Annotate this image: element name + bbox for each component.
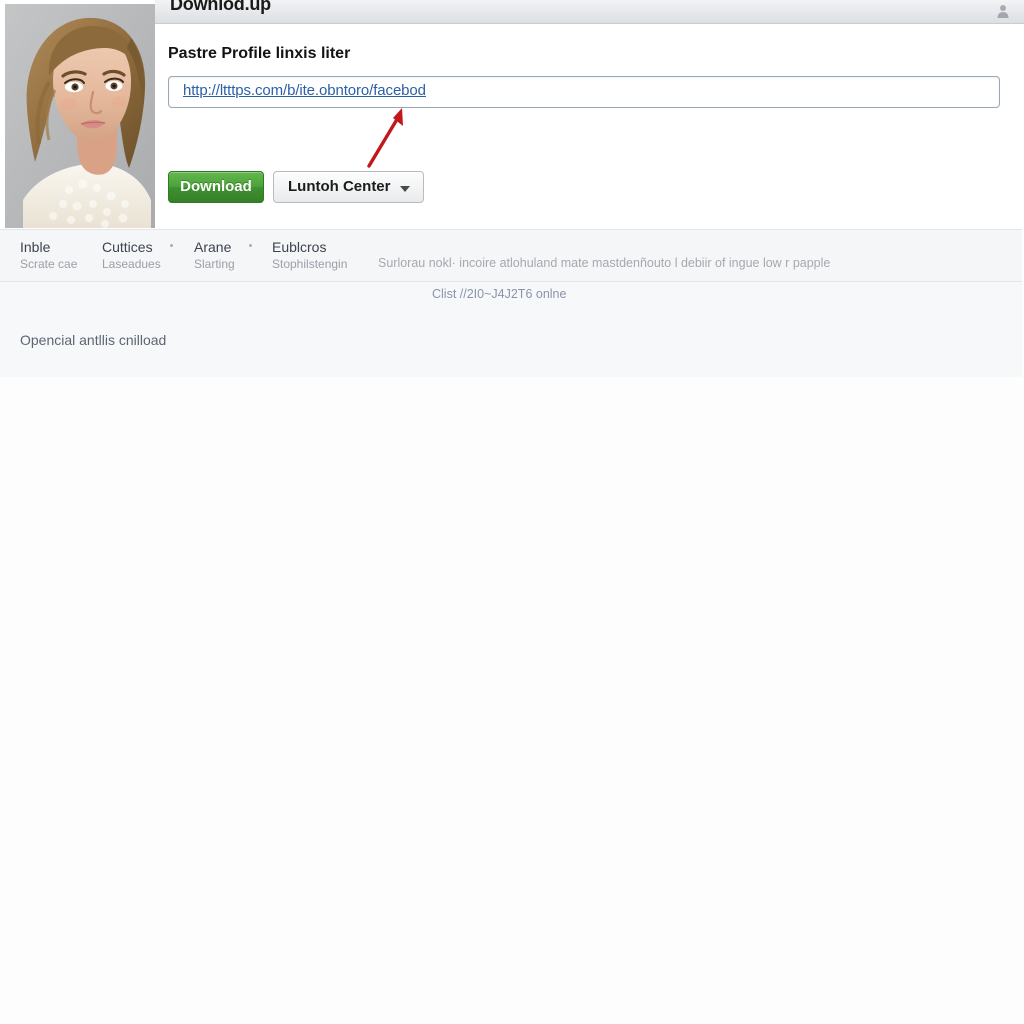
online-status-link[interactable]: Clist //2I0~J4J2T6 onlne bbox=[432, 287, 566, 301]
page-title: Downlod.up bbox=[170, 0, 271, 14]
luntoh-center-dropdown-label: Luntoh Center bbox=[288, 178, 391, 195]
footer-nav-col-1[interactable]: Cuttices Laseadues bbox=[102, 238, 161, 273]
footer-nav-col-1-title: Cuttices bbox=[102, 239, 153, 255]
footer-tagline: Surlorau nokl· incoire atlohuland mate m… bbox=[378, 256, 831, 270]
footer-nav-col-1-sub: Laseadues bbox=[102, 257, 161, 271]
footer-nav-separator-dot-1 bbox=[170, 244, 173, 247]
footer-nav-separator-dot-2 bbox=[249, 244, 252, 247]
footer-nav-col-0[interactable]: Inble Scrate cae bbox=[20, 238, 77, 273]
luntoh-center-dropdown[interactable]: Luntoh Center bbox=[273, 171, 424, 203]
chevron-down-icon bbox=[400, 186, 410, 192]
download-panel: Downlod.up Pastre Profile linxis liter h… bbox=[0, 0, 1024, 230]
footer-nav-col-2-sub: Slarting bbox=[194, 257, 235, 271]
footer-nav-col-3-sub: Stophilstengin bbox=[272, 257, 348, 271]
person-icon[interactable] bbox=[996, 4, 1010, 19]
form-heading: Pastre Profile linxis liter bbox=[168, 45, 351, 62]
footer-nav-col-3-title: Eublcros bbox=[272, 239, 327, 255]
sub-content-area: Clist //2I0~J4J2T6 onlne Opencial antlli… bbox=[0, 282, 1022, 377]
footer-nav-col-2[interactable]: Arane Slarting bbox=[194, 238, 235, 273]
bottom-note: Opencial antllis cnilload bbox=[20, 332, 167, 348]
url-input[interactable]: http://ltttps.com/b/ite.obntoro/facebod bbox=[168, 76, 1000, 108]
url-input-value: http://ltttps.com/b/ite.obntoro/facebod bbox=[183, 82, 426, 99]
footer-nav-col-0-title: Inble bbox=[20, 239, 51, 255]
footer-nav-col-3[interactable]: Eublcros Stophilstengin bbox=[272, 238, 347, 273]
footer-nav-bar: Inble Scrate cae Cuttices Laseadues Aran… bbox=[0, 229, 1022, 282]
footer-nav-col-0-sub: Scrate cae bbox=[20, 257, 78, 271]
page-root: Downlod.up Pastre Profile linxis liter h… bbox=[0, 0, 1024, 1024]
window-titlebar: Downlod.up bbox=[155, 0, 1024, 24]
download-form: Pastre Profile linxis liter http://ltttp… bbox=[156, 25, 1024, 228]
download-button[interactable]: Download bbox=[168, 171, 264, 203]
profile-portrait-photo bbox=[5, 4, 155, 228]
footer-nav-col-2-title: Arane bbox=[194, 239, 232, 255]
